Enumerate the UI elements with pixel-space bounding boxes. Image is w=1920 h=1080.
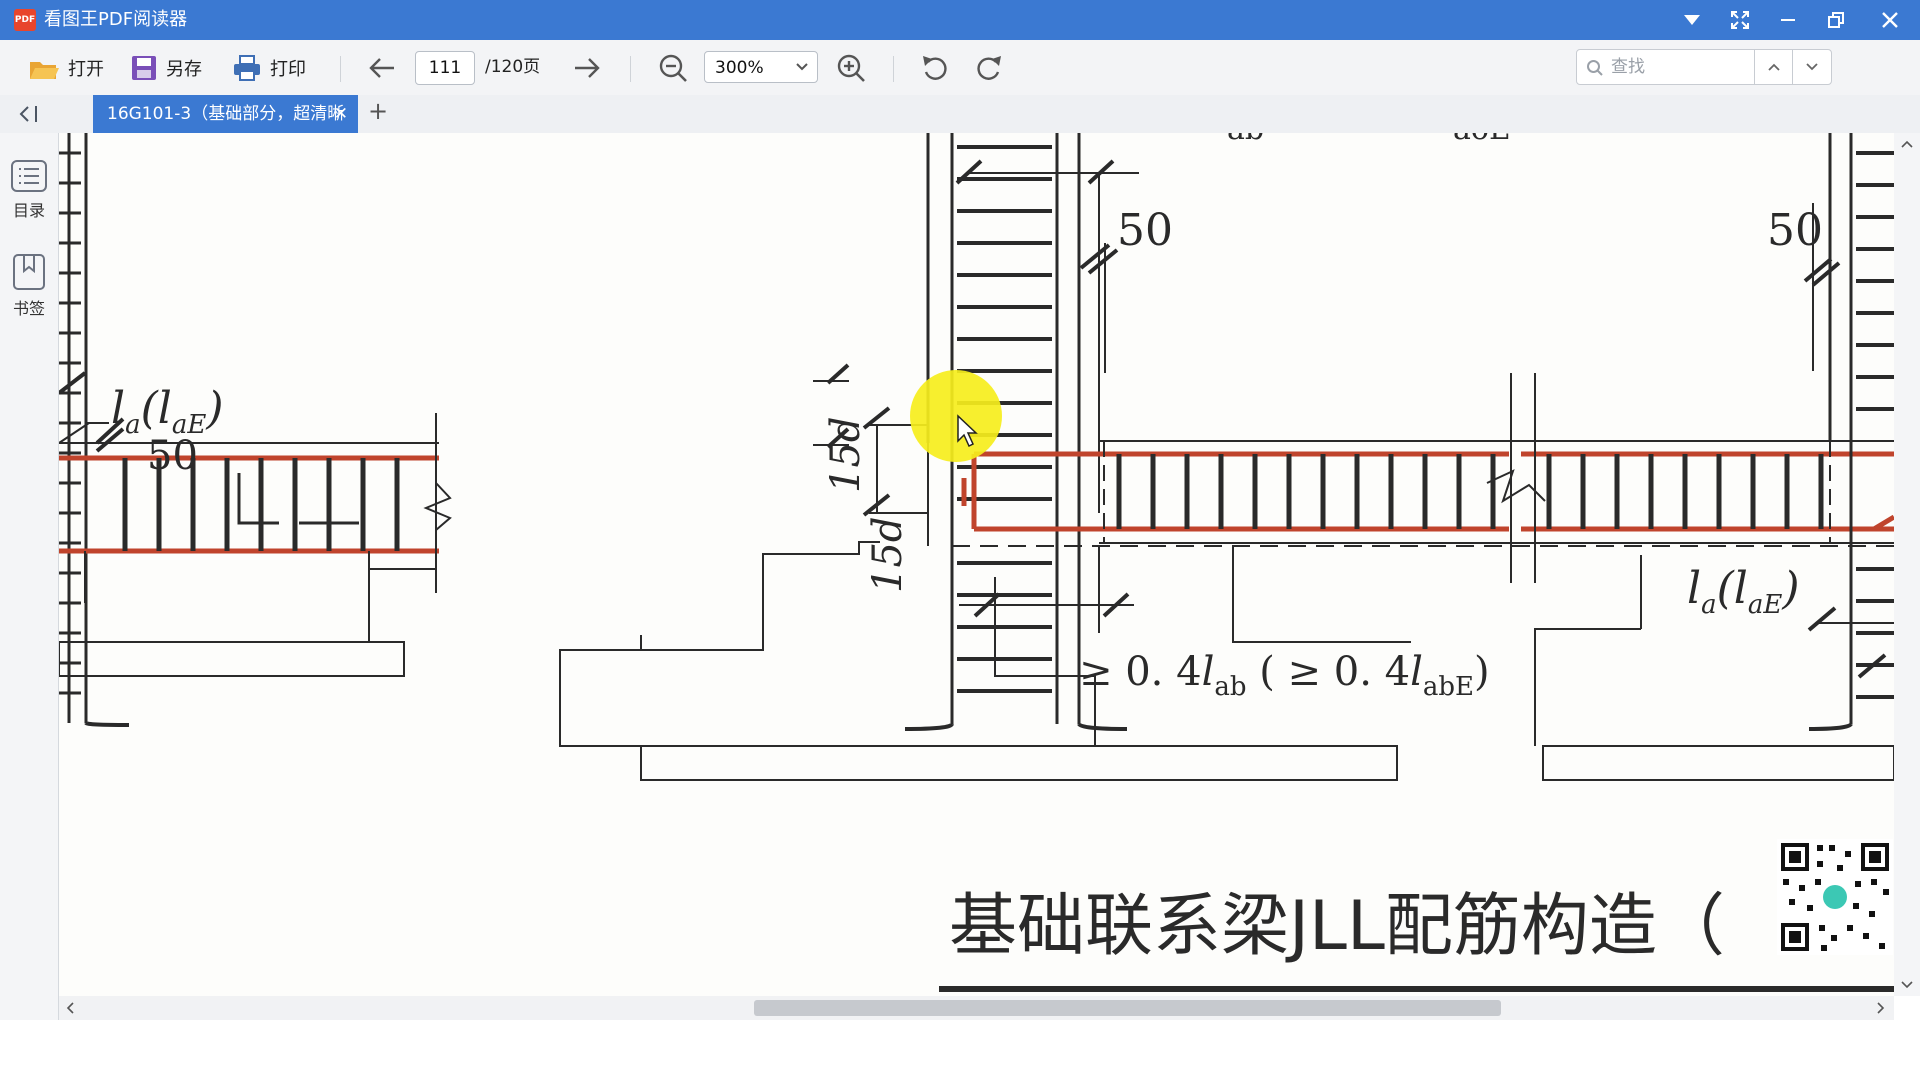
open-label: 打开 (68, 59, 104, 80)
tab-document-label: 16G101-3（基础部分，超清晰 (107, 104, 345, 124)
rotate-clockwise-icon (977, 56, 1001, 80)
arrow-right-icon (575, 58, 600, 78)
top-partial-label-a: ab (1227, 133, 1264, 147)
open-button[interactable]: 打开 (28, 50, 104, 86)
zoom-out-icon (659, 54, 687, 82)
rotate-right-button[interactable] (974, 50, 1004, 86)
save-as-label: 另存 (166, 59, 202, 80)
anchorage-length-label: ≥ 0. 4lab ( ≥ 0. 4labE) (1079, 649, 1490, 702)
search-icon (1587, 60, 1603, 76)
rotate-left-button[interactable] (920, 50, 950, 86)
chevron-up-icon (1901, 140, 1913, 148)
chevron-down-icon (795, 52, 809, 93)
restore-button[interactable] (1816, 4, 1856, 36)
rotate-counterclockwise-icon (923, 56, 947, 80)
chevron-down-icon (1806, 63, 1818, 71)
search-previous-button[interactable] (1754, 50, 1793, 84)
dimension-50-center: 50 (1117, 205, 1173, 256)
print-button[interactable]: 打印 (232, 50, 306, 86)
new-tab-button[interactable]: + (368, 97, 388, 125)
menu-dropdown-button[interactable] (1672, 4, 1712, 36)
horizontal-scrollbar[interactable] (59, 996, 1894, 1020)
toolbar-divider (893, 56, 894, 82)
restore-icon (1828, 12, 1844, 28)
top-partial-label-b: aoL (1453, 133, 1509, 147)
title-bar: PDF 看图王PDF阅读器 (0, 0, 1920, 40)
drawing-caption: 基础联系梁JLL配筋构造（ (949, 887, 1725, 966)
next-page-button[interactable] (573, 50, 601, 86)
zoom-level-select[interactable]: 300% (704, 51, 818, 83)
toolbar-divider (630, 56, 631, 82)
dimension-50-left: 50 (147, 433, 198, 479)
zoom-value: 300% (715, 58, 764, 78)
print-label: 打印 (270, 59, 306, 80)
dimension-15d-upper: 15d (823, 416, 869, 493)
dimension-50-right: 50 (1767, 205, 1823, 256)
list-icon (11, 160, 47, 192)
tab-document[interactable]: 16G101-3（基础部分，超清晰 ✕ (93, 95, 358, 133)
search-field[interactable]: 查找 (1576, 49, 1832, 85)
zoom-out-button[interactable] (658, 50, 688, 86)
bookmark-label: 书签 (12, 299, 45, 318)
minimize-icon (1781, 19, 1795, 21)
chevron-right-icon (1877, 1002, 1885, 1014)
sidebar-item-bookmarks[interactable]: 书签 (0, 253, 58, 319)
close-icon (1882, 12, 1898, 28)
fullscreen-button[interactable] (1720, 4, 1760, 36)
toolbar-divider (340, 56, 341, 82)
fullscreen-icon (1731, 11, 1749, 29)
chevron-left-icon (66, 1002, 74, 1014)
search-placeholder: 查找 (1611, 57, 1645, 77)
app-title: 看图王PDF阅读器 (44, 9, 188, 30)
tab-close-icon[interactable]: ✕ (334, 95, 348, 133)
search-next-button[interactable] (1792, 50, 1831, 84)
document-viewport[interactable]: la(laE) 50 50 50 15d 15d ≥ 0. 4lab (≥ 0… (59, 133, 1894, 996)
left-sidebar: 目录 书签 (0, 133, 59, 1020)
status-area (0, 1020, 1920, 1080)
save-icon (132, 56, 156, 80)
vertical-scrollbar[interactable] (1894, 133, 1920, 996)
main-beam-stirrups (1116, 454, 1824, 529)
app-logo-icon: PDF (14, 9, 36, 31)
tab-bar: 16G101-3（基础部分，超清晰 ✕ + (0, 95, 1920, 134)
zoom-in-icon (837, 54, 865, 82)
arrow-left-icon (369, 58, 394, 78)
page-total-label: /120页 (485, 57, 541, 77)
bookmark-icon (13, 254, 45, 290)
save-as-button[interactable]: 另存 (130, 50, 202, 86)
caret-down-icon (1684, 15, 1700, 25)
collapse-sidebar-button[interactable] (16, 103, 40, 129)
qr-code (1777, 839, 1893, 955)
folder-open-icon (30, 62, 59, 79)
zoom-in-button[interactable] (836, 50, 866, 86)
close-window-button[interactable] (1870, 4, 1910, 36)
cursor-highlight (910, 370, 1002, 462)
construction-drawing: la(laE) 50 50 50 15d 15d ≥ 0. 4lab (≥ 0… (59, 133, 1894, 992)
page-number-input[interactable]: 111 (415, 51, 475, 85)
anchorage-label-right: la(laE) (1687, 563, 1800, 620)
horizontal-scroll-thumb[interactable] (754, 1000, 1501, 1016)
collapse-left-icon (19, 106, 37, 122)
printer-icon (234, 55, 260, 81)
chevron-down-icon (1901, 981, 1913, 989)
sidebar-item-toc[interactable]: 目录 (0, 159, 58, 221)
dimension-15d-lower: 15d (865, 516, 911, 593)
toc-label: 目录 (12, 201, 45, 220)
chevron-up-icon (1768, 63, 1780, 71)
previous-page-button[interactable] (368, 50, 396, 86)
minimize-button[interactable] (1768, 4, 1808, 36)
anchorage-label-left: la(laE) (111, 383, 224, 440)
